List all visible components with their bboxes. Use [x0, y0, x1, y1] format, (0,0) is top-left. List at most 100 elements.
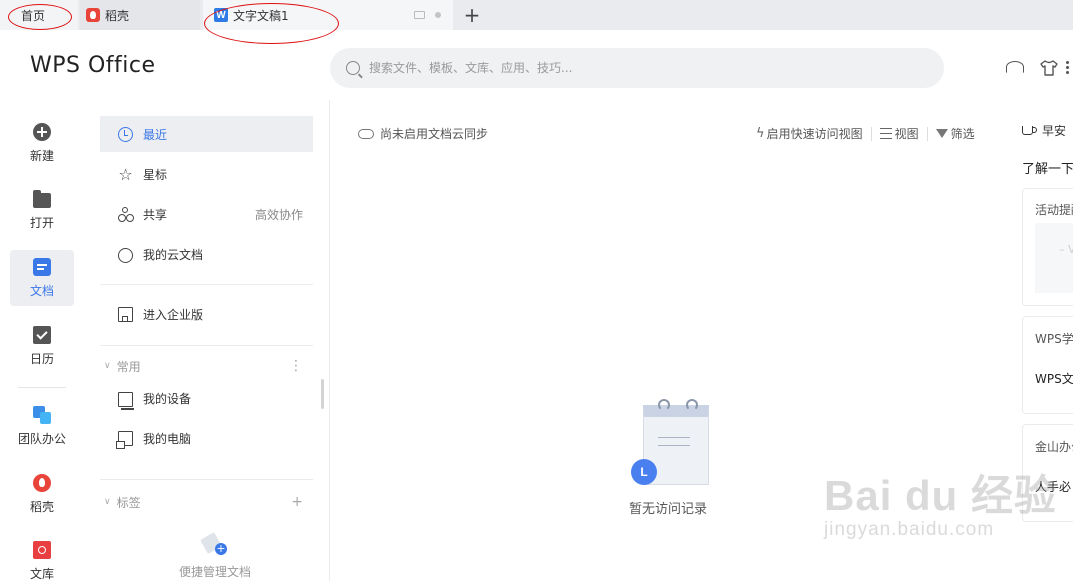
tags-section-header[interactable]: ∨ 标签 + [104, 492, 313, 512]
add-tag-icon[interactable]: + [291, 494, 303, 510]
chevron-down-icon: ∨ [104, 497, 111, 507]
nav-calendar[interactable]: 日历 [10, 318, 74, 374]
sidebar-item-enterprise[interactable]: 进入企业版 [100, 296, 313, 332]
tab-daoke[interactable]: 稻壳 [80, 0, 200, 30]
sidebar-item-label: 共享 [143, 207, 168, 222]
wps-logo: WPS Office [30, 53, 156, 78]
sidebar-item-shared[interactable]: 共享 高效协作 [100, 196, 313, 232]
nav-documents[interactable]: 文档 [10, 250, 74, 306]
headset-icon[interactable] [1006, 61, 1024, 73]
sidebar-item-label: 我的设备 [143, 391, 192, 406]
column-divider [329, 100, 330, 581]
nav-team[interactable]: 团队办公 [10, 398, 74, 454]
search-bar[interactable] [330, 48, 944, 88]
empty-state-text: 暂无访问记录 [628, 502, 707, 517]
nav-calendar-label: 日历 [29, 351, 54, 366]
list-view-icon [879, 128, 892, 139]
library-icon [33, 540, 51, 559]
nav-open[interactable]: 打开 [10, 182, 74, 238]
more-vertical-icon[interactable]: ⋮ [289, 358, 303, 374]
nav-team-label: 团队办公 [17, 431, 66, 446]
nav-library[interactable]: 文库 [10, 533, 74, 581]
toolbar-separator [870, 126, 872, 141]
empty-state: L 暂无访问记录 [598, 395, 738, 517]
sidebar-item-cloud[interactable]: 我的云文档 [100, 236, 313, 272]
main-toolbar: ϟ 启用快速访问视图 视图 筛选 [756, 125, 975, 142]
toolbar-separator [926, 126, 928, 141]
sidebar-item-label: 星标 [143, 167, 168, 182]
wps-learn-card[interactable]: WPS学 WPS文 [1022, 316, 1073, 414]
watermark-main: Bai du 经验 [824, 472, 1058, 519]
cloud-sync-text: 尚未启用文档云同步 [380, 127, 489, 141]
card-image-placeholder [1035, 223, 1073, 293]
nav-new-label: 新建 [29, 148, 54, 163]
clock-badge-icon: L [631, 459, 657, 485]
sidebar-item-starred[interactable]: ☆ 星标 [100, 156, 313, 192]
view-button[interactable]: 视图 [879, 125, 919, 142]
nav-new[interactable]: 新建 [10, 115, 74, 171]
new-tab-button[interactable]: + [460, 0, 484, 30]
daoke-icon [86, 8, 100, 22]
sidebar-item-recent[interactable]: 最近 [100, 116, 313, 152]
coffee-cup-icon [1022, 126, 1037, 135]
sidebar-item-my-device[interactable]: 我的设备 [100, 380, 313, 416]
tags-empty-state: 便捷管理文档 [150, 533, 280, 580]
filter-label: 筛选 [950, 127, 975, 141]
document-icon [33, 257, 51, 276]
greeting: 早安 [1022, 122, 1066, 139]
cloud-sync-notice[interactable]: 尚未启用文档云同步 [358, 125, 488, 142]
section-label: 标签 [116, 495, 141, 510]
divider [100, 479, 313, 480]
share-icon [118, 206, 134, 222]
close-dot-icon[interactable] [435, 12, 441, 18]
quick-access-button[interactable]: ϟ 启用快速访问视图 [756, 125, 863, 142]
cloud-icon [358, 128, 374, 139]
nav-daoke-label: 稻壳 [29, 499, 54, 514]
document-sidebar: 最近 ☆ 星标 共享 高效协作 我的云文档 进入企业版 ∨ 常用 ⋮ 我的设备 … [100, 113, 324, 581]
star-icon: ☆ [118, 164, 133, 184]
monitor-icon[interactable] [414, 11, 425, 19]
view-label: 视图 [894, 127, 919, 141]
more-icon[interactable] [1066, 59, 1070, 77]
tags-empty-text: 便捷管理文档 [178, 565, 251, 579]
nav-open-label: 打开 [29, 215, 54, 230]
shirt-icon[interactable] [1040, 59, 1058, 77]
sidebar-item-my-computer[interactable]: 我的电脑 [100, 420, 313, 456]
activity-card[interactable]: 活动提醒 – V [1022, 188, 1073, 306]
sidebar-item-label: 最近 [143, 127, 168, 142]
collab-link[interactable]: 高效协作 [255, 206, 303, 223]
tab-bar: 首页 稻壳 W 文字文稿1 + [0, 0, 1073, 30]
baidu-watermark: Bai du 经验 jingyan.baidu.com [824, 462, 1057, 541]
greeting-text: 早安 [1042, 124, 1067, 138]
clock-icon [118, 126, 133, 142]
daoke-icon [33, 473, 51, 492]
nav-documents-label: 文档 [29, 283, 54, 298]
sidebar-scrollbar[interactable] [321, 379, 324, 409]
nav-daoke[interactable]: 稻壳 [10, 466, 74, 522]
computer-icon [116, 431, 133, 449]
card-title: 金山办公 [1035, 440, 1073, 454]
annotation-ellipse [8, 4, 72, 30]
nav-library-label: 文库 [29, 566, 54, 581]
sidebar-item-label: 我的云文档 [143, 247, 204, 262]
divider [100, 345, 313, 346]
team-icon [33, 405, 51, 424]
common-section-header[interactable]: ∨ 常用 ⋮ [104, 356, 313, 376]
search-icon [346, 61, 360, 75]
tab-daoke-label: 稻壳 [105, 8, 130, 23]
bolt-icon: ϟ [756, 126, 765, 141]
card-title: 活动提醒 [1035, 203, 1073, 217]
right-panel-title: 了解一下 [1022, 162, 1073, 177]
building-icon [118, 306, 133, 322]
quick-access-label: 启用快速访问视图 [766, 127, 863, 141]
annotation-ellipse [204, 3, 339, 44]
calendar-icon [33, 325, 51, 344]
tag-add-icon [203, 533, 227, 555]
card-title: WPS学 [1035, 332, 1073, 346]
plus-circle-icon [33, 122, 51, 141]
filter-button[interactable]: 筛选 [935, 125, 975, 142]
card-body: WPS文 [1035, 372, 1073, 386]
search-input[interactable] [369, 61, 889, 75]
folder-icon [33, 189, 51, 208]
chevron-down-icon: ∨ [104, 361, 111, 371]
